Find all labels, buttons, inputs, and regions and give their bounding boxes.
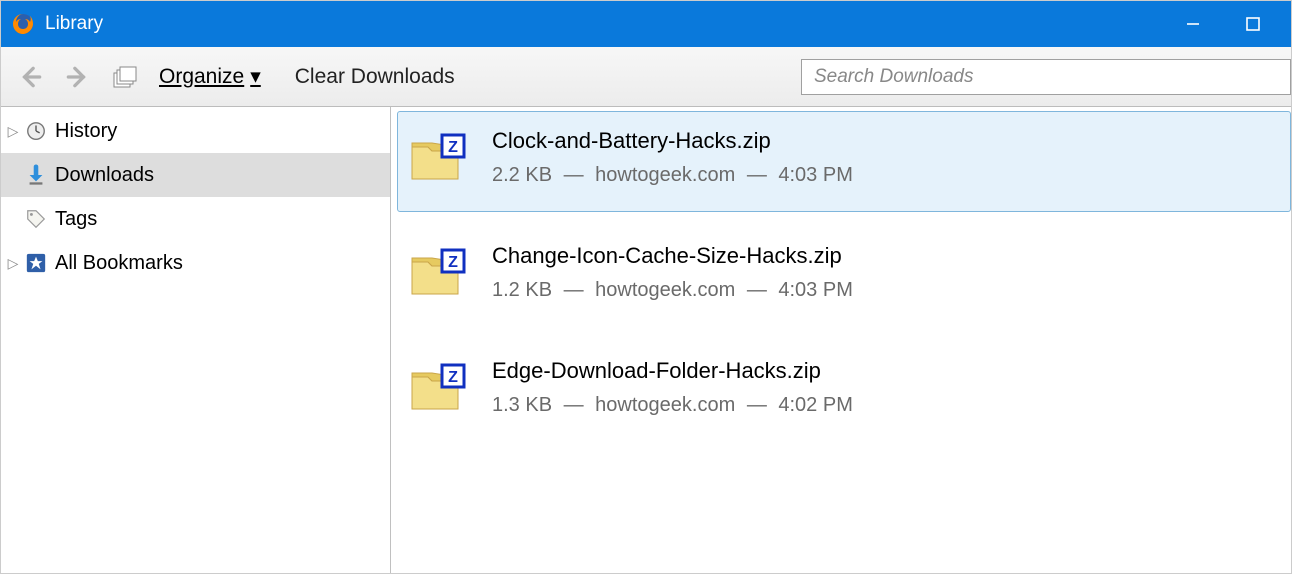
expand-icon[interactable]: ▷ bbox=[5, 123, 21, 140]
download-info: Clock-and-Battery-Hacks.zip 2.2 KB — how… bbox=[492, 128, 853, 187]
svg-text:Z: Z bbox=[448, 254, 458, 271]
download-time: 4:03 PM bbox=[778, 279, 852, 301]
download-size: 1.2 KB bbox=[492, 279, 552, 301]
download-filename: Edge-Download-Folder-Hacks.zip bbox=[492, 358, 853, 384]
firefox-icon bbox=[11, 12, 35, 36]
download-filename: Clock-and-Battery-Hacks.zip bbox=[492, 128, 853, 154]
download-meta: 1.2 KB — howtogeek.com — 4:03 PM bbox=[492, 279, 853, 302]
sidebar-item-label: Downloads bbox=[55, 164, 154, 187]
clear-downloads-button[interactable]: Clear Downloads bbox=[295, 65, 455, 89]
download-meta: 2.2 KB — howtogeek.com — 4:03 PM bbox=[492, 164, 853, 187]
meta-separator: — bbox=[747, 164, 767, 186]
download-host: howtogeek.com bbox=[595, 279, 735, 301]
zip-file-icon: Z bbox=[408, 129, 466, 187]
star-box-icon bbox=[23, 250, 49, 276]
download-host: howtogeek.com bbox=[595, 164, 735, 186]
organize-stack-icon bbox=[109, 61, 141, 93]
sidebar-item-label: All Bookmarks bbox=[55, 252, 183, 275]
sidebar-item-tags[interactable]: Tags bbox=[1, 197, 390, 241]
meta-separator: — bbox=[564, 279, 584, 301]
download-item[interactable]: Z Edge-Download-Folder-Hacks.zip 1.3 KB … bbox=[397, 341, 1291, 442]
sidebar: ▷ History Downloads Tags bbox=[1, 107, 391, 573]
sidebar-item-history[interactable]: ▷ History bbox=[1, 109, 390, 153]
window-titlebar: Library bbox=[1, 1, 1291, 47]
window-title: Library bbox=[45, 13, 103, 35]
clear-downloads-label: Clear Downloads bbox=[295, 65, 455, 88]
chevron-down-icon: ▾ bbox=[250, 64, 261, 89]
meta-separator: — bbox=[564, 164, 584, 186]
toolbar: Organize ▾ Clear Downloads bbox=[1, 47, 1291, 107]
search-input[interactable] bbox=[801, 59, 1291, 95]
download-arrow-icon bbox=[23, 162, 49, 188]
meta-separator: — bbox=[747, 394, 767, 416]
download-host: howtogeek.com bbox=[595, 394, 735, 416]
download-time: 4:03 PM bbox=[778, 164, 852, 186]
tag-icon bbox=[23, 206, 49, 232]
meta-separator: — bbox=[747, 279, 767, 301]
download-item[interactable]: Z Clock-and-Battery-Hacks.zip 2.2 KB — h… bbox=[397, 111, 1291, 212]
sidebar-item-label: History bbox=[55, 120, 117, 143]
sidebar-item-all-bookmarks[interactable]: ▷ All Bookmarks bbox=[1, 241, 390, 285]
download-size: 2.2 KB bbox=[492, 164, 552, 186]
sidebar-item-label: Tags bbox=[55, 208, 97, 231]
downloads-list: Z Clock-and-Battery-Hacks.zip 2.2 KB — h… bbox=[391, 107, 1291, 573]
zip-file-icon: Z bbox=[408, 244, 466, 302]
download-filename: Change-Icon-Cache-Size-Hacks.zip bbox=[492, 243, 853, 269]
organize-menu-button[interactable]: Organize ▾ bbox=[151, 57, 269, 97]
download-size: 1.3 KB bbox=[492, 394, 552, 416]
main-area: ▷ History Downloads Tags bbox=[1, 107, 1291, 573]
meta-separator: — bbox=[564, 394, 584, 416]
expand-icon[interactable]: ▷ bbox=[5, 255, 21, 272]
download-info: Change-Icon-Cache-Size-Hacks.zip 1.2 KB … bbox=[492, 243, 853, 302]
download-time: 4:02 PM bbox=[778, 394, 852, 416]
maximize-button[interactable] bbox=[1223, 1, 1283, 47]
back-button[interactable] bbox=[11, 57, 51, 97]
download-item[interactable]: Z Change-Icon-Cache-Size-Hacks.zip 1.2 K… bbox=[397, 226, 1291, 327]
clock-icon bbox=[23, 118, 49, 144]
zip-file-icon: Z bbox=[408, 359, 466, 417]
download-info: Edge-Download-Folder-Hacks.zip 1.3 KB — … bbox=[492, 358, 853, 417]
organize-label: Organize bbox=[159, 65, 244, 89]
svg-text:Z: Z bbox=[448, 369, 458, 386]
svg-text:Z: Z bbox=[448, 139, 458, 156]
forward-button[interactable] bbox=[57, 57, 97, 97]
sidebar-item-downloads[interactable]: Downloads bbox=[1, 153, 390, 197]
download-meta: 1.3 KB — howtogeek.com — 4:02 PM bbox=[492, 394, 853, 417]
minimize-button[interactable] bbox=[1163, 1, 1223, 47]
